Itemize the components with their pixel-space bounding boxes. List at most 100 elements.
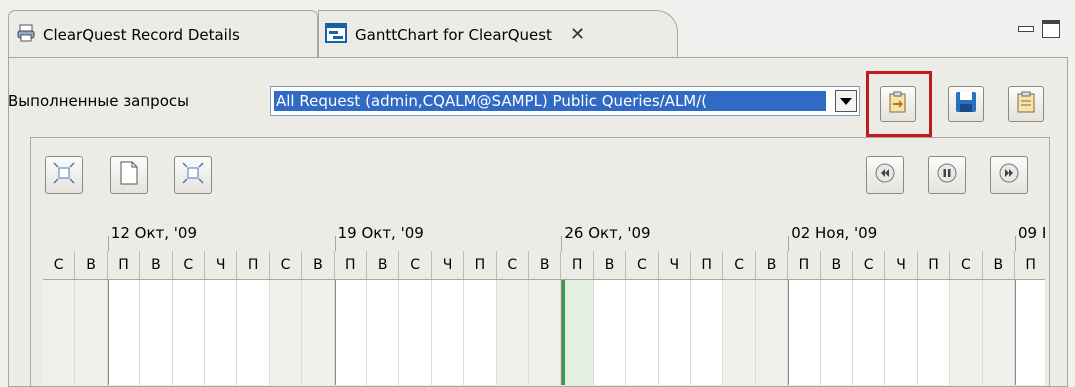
editor-tab-strip: ClearQuest Record Details GanttChart for…: [0, 0, 1075, 58]
fast-forward-button[interactable]: [990, 156, 1028, 194]
query-select[interactable]: All Request (admin,CQALM@SAMPL) Public Q…: [270, 86, 860, 116]
timeline-day-column[interactable]: [626, 280, 659, 385]
timeline-day-column[interactable]: [885, 280, 918, 385]
timeline-day-column[interactable]: [853, 280, 886, 385]
day-cell: С: [270, 251, 303, 279]
highlight-box: [866, 71, 932, 137]
timeline-day-column[interactable]: [529, 280, 562, 385]
timeline-day-column[interactable]: [140, 280, 173, 385]
day-cell: В: [529, 251, 562, 279]
week-separator: [334, 280, 336, 385]
timeline-day-column[interactable]: [173, 280, 205, 385]
expand-button[interactable]: [174, 156, 212, 194]
new-page-icon: [118, 161, 140, 189]
day-cell: В: [75, 251, 108, 279]
tab-ganttchart[interactable]: GanttChart for ClearQuest ✕: [318, 10, 678, 58]
day-cell: Ч: [205, 251, 238, 279]
day-cell: В: [302, 251, 335, 279]
chevron-down-icon[interactable]: [835, 90, 857, 112]
day-cell: П: [464, 251, 497, 279]
timeline-day-column[interactable]: [788, 280, 821, 385]
save-button[interactable]: [948, 86, 984, 122]
clipboard-button[interactable]: [1008, 86, 1044, 122]
timeline-day-column[interactable]: [691, 280, 724, 385]
week-separator: [561, 236, 563, 251]
day-cell: С: [626, 251, 659, 279]
rewind-button[interactable]: [866, 156, 904, 194]
timeline-day-column[interactable]: [594, 280, 627, 385]
day-cell: П: [335, 251, 367, 279]
day-cell: В: [983, 251, 1015, 279]
fast-forward-icon: [998, 162, 1020, 188]
timeline-day-column[interactable]: [464, 280, 497, 385]
timeline-day-column[interactable]: [982, 280, 1015, 385]
printer-icon: [17, 24, 35, 46]
timeline-day-column[interactable]: [561, 280, 594, 385]
tab-clearquest-record-details[interactable]: ClearQuest Record Details: [8, 10, 318, 58]
timeline-day-column[interactable]: [1015, 280, 1045, 385]
timeline-day-column[interactable]: [496, 280, 529, 385]
clipboard-icon: [1016, 91, 1036, 117]
new-page-button[interactable]: [110, 156, 148, 194]
week-label: 02 Ноя, '09: [791, 224, 878, 242]
day-cell: Ч: [432, 251, 465, 279]
timeline-day-column[interactable]: [367, 280, 400, 385]
day-cell: П: [788, 251, 821, 279]
expand-icon: [181, 161, 205, 189]
timeline-day-column[interactable]: [269, 280, 303, 385]
minimize-icon[interactable]: [1018, 26, 1034, 32]
week-header-row: 12 Окт, '09 19 Окт, '09 26 Окт, '09 02 Ноя,…: [43, 216, 1045, 252]
timeline-day-column[interactable]: [755, 280, 789, 385]
rewind-icon: [874, 162, 896, 188]
timeline-day-column[interactable]: [821, 280, 853, 385]
week-separator: [561, 280, 563, 385]
day-cell: В: [594, 251, 627, 279]
day-cell: С: [497, 251, 529, 279]
week-separator: [107, 280, 109, 385]
day-cell: В: [140, 251, 173, 279]
maximize-icon[interactable]: [1042, 20, 1060, 38]
day-cell: С: [723, 251, 756, 279]
timeline-day-column[interactable]: [950, 280, 983, 385]
timeline-day-column[interactable]: [918, 280, 951, 385]
pause-button[interactable]: [928, 156, 966, 194]
day-cell: Ч: [659, 251, 691, 279]
week-label: 19 Окт, '09: [337, 224, 424, 242]
week-separator: [1015, 236, 1016, 251]
day-cell: В: [367, 251, 400, 279]
executed-queries-label: Выполненные запросы: [8, 92, 189, 110]
fit-to-view-button[interactable]: [45, 156, 83, 194]
timeline-day-column[interactable]: [237, 280, 270, 385]
day-cell: П: [1015, 251, 1045, 279]
timeline-day-column[interactable]: [302, 280, 335, 385]
day-cell: П: [108, 251, 141, 279]
day-cell: Ч: [885, 251, 918, 279]
timeline-day-column[interactable]: [43, 280, 76, 385]
day-cell: С: [173, 251, 205, 279]
tab-label: GanttChart for ClearQuest: [355, 25, 552, 44]
week-separator: [1015, 280, 1016, 385]
gantt-timeline[interactable]: 12 Окт, '09 19 Окт, '09 26 Окт, '09 02 Ноя,…: [43, 216, 1045, 385]
timeline-day-column[interactable]: [205, 280, 238, 385]
week-separator: [788, 280, 790, 385]
close-icon[interactable]: ✕: [570, 24, 585, 45]
week-label: 12 Окт, '09: [110, 224, 198, 242]
timeline-day-column[interactable]: [723, 280, 756, 385]
day-header-row: СВПВСЧПСВПВСЧПСВПВСЧПСВПВСЧПСВПВ: [43, 251, 1045, 280]
week-label: 09 Н: [1018, 224, 1045, 242]
timeline-day-column[interactable]: [108, 280, 141, 385]
timeline-day-column[interactable]: [432, 280, 465, 385]
timeline-day-column[interactable]: [659, 280, 691, 385]
day-cell: П: [691, 251, 724, 279]
week-separator: [107, 236, 109, 251]
day-cell: П: [561, 251, 594, 279]
timeline-day-column[interactable]: [75, 280, 108, 385]
save-icon: [955, 91, 977, 117]
day-cell: П: [237, 251, 270, 279]
day-cell: П: [918, 251, 951, 279]
week-separator: [334, 236, 336, 251]
tab-label: ClearQuest Record Details: [43, 25, 240, 44]
timeline-day-column[interactable]: [399, 280, 432, 385]
week-separator: [788, 236, 790, 251]
timeline-day-column[interactable]: [335, 280, 367, 385]
